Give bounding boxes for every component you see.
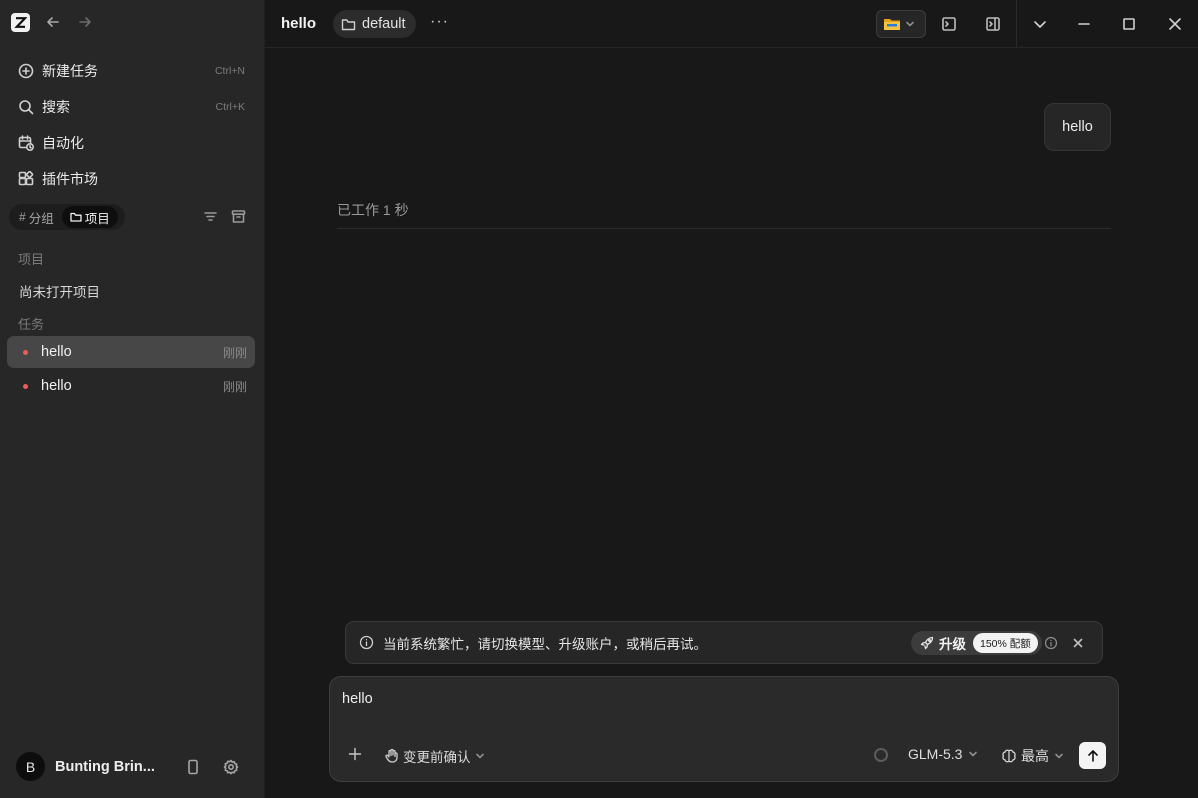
- search-menu-item[interactable]: 搜索 Ctrl+K: [8, 91, 257, 123]
- sidebar: 新建任务 Ctrl+N 搜索 Ctrl+K 自动化 插件市场 # 分组 项目 项…: [0, 0, 265, 798]
- maximize-icon[interactable]: [1121, 16, 1137, 32]
- plugin-market-menu-item[interactable]: 插件市场: [8, 163, 257, 195]
- toolbar-divider: [1016, 0, 1017, 47]
- task-item[interactable]: hello 刚刚: [7, 370, 255, 402]
- task-time: 刚刚: [222, 345, 247, 360]
- settings-gear-icon[interactable]: [223, 759, 239, 775]
- task-title: hello: [41, 344, 72, 360]
- minimize-icon[interactable]: [1076, 16, 1092, 32]
- model-label: GLM-5.3: [908, 746, 963, 762]
- add-attachment-icon[interactable]: [348, 747, 362, 761]
- chevron-down-icon: [475, 753, 484, 759]
- quota-badge: 150% 配额: [973, 633, 1038, 653]
- user-profile[interactable]: B Bunting Brin...: [16, 752, 155, 781]
- group-view-label: 分组: [28, 211, 54, 226]
- view-segment-control: # 分组 项目: [9, 204, 125, 230]
- folder-icon: [70, 211, 82, 223]
- project-folder-chip[interactable]: default: [333, 10, 416, 38]
- chevron-down-icon: [969, 751, 978, 757]
- task-status-dot: [23, 349, 28, 355]
- group-view-tab[interactable]: # 分组: [11, 206, 62, 228]
- system-busy-notice: 当前系统繁忙，请切换模型、升级账户，或稍后再试。 升级 150% 配额: [345, 621, 1103, 664]
- no-project-item[interactable]: 尚未打开项目: [19, 281, 100, 301]
- project-folder-label: default: [362, 16, 406, 32]
- toggle-panel-icon[interactable]: [985, 16, 1001, 32]
- effort-selector[interactable]: 最高: [1001, 746, 1064, 766]
- upgrade-button[interactable]: 升级 150% 配额: [911, 631, 1042, 655]
- confirm-mode-label: 变更前确认: [403, 750, 471, 765]
- automation-label: 自动化: [42, 135, 84, 151]
- projects-section-header: 项目: [18, 252, 45, 267]
- task-item[interactable]: hello 刚刚: [7, 336, 255, 368]
- plus-circle-icon: [18, 63, 34, 79]
- avatar: B: [16, 752, 45, 781]
- main-panel: hello default ··· hello 已工作 1 秒 当前系统繁忙，请…: [265, 0, 1198, 798]
- automation-menu-item[interactable]: 自动化: [8, 127, 257, 159]
- task-time: 刚刚: [222, 379, 247, 394]
- upgrade-label: 升级: [939, 637, 966, 652]
- user-name: Bunting Brin...: [55, 758, 155, 775]
- chevron-down-icon[interactable]: [1032, 16, 1048, 32]
- brain-icon: [1001, 748, 1017, 764]
- search-icon: [18, 99, 34, 115]
- plugin-market-label: 插件市场: [42, 171, 98, 187]
- project-view-tab[interactable]: 项目: [61, 206, 118, 228]
- terminal-icon[interactable]: [941, 16, 957, 32]
- task-status-dot: [23, 383, 28, 389]
- folder-icon: [341, 18, 356, 30]
- user-message-bubble: hello: [1044, 103, 1111, 151]
- send-button[interactable]: [1079, 742, 1106, 769]
- z-logo-icon: [14, 17, 27, 28]
- calendar-clock-icon: [18, 135, 34, 151]
- info-icon[interactable]: [1044, 636, 1058, 650]
- new-task-menu-item[interactable]: 新建任务 Ctrl+N: [8, 55, 257, 87]
- rocket-icon: [920, 636, 934, 650]
- notice-text: 当前系统繁忙，请切换模型、升级账户，或稍后再试。: [383, 636, 707, 652]
- status-divider: [337, 228, 1111, 229]
- archive-icon[interactable]: [231, 209, 246, 224]
- close-window-icon[interactable]: [1167, 16, 1183, 32]
- open-in-explorer-button[interactable]: [876, 10, 926, 38]
- effort-label: 最高: [1021, 748, 1049, 764]
- task-title: hello: [41, 378, 72, 394]
- status-ring-icon: [874, 748, 888, 762]
- hash-icon: #: [19, 210, 26, 224]
- close-notice-icon[interactable]: [1072, 637, 1084, 649]
- file-explorer-icon: [884, 19, 900, 30]
- search-shortcut: Ctrl+K: [215, 101, 245, 113]
- back-arrow-icon[interactable]: [45, 14, 61, 30]
- tasks-section-header: 任务: [18, 317, 45, 332]
- app-logo[interactable]: [11, 13, 30, 32]
- project-view-label: 项目: [84, 211, 110, 226]
- message-composer: hello 变更前确认 GLM-5.3 最高: [329, 676, 1119, 782]
- hand-icon: [384, 748, 400, 764]
- message-input[interactable]: hello: [342, 691, 373, 707]
- new-task-shortcut: Ctrl+N: [214, 65, 245, 77]
- chevron-down-icon: [906, 21, 914, 27]
- search-label: 搜索: [42, 99, 70, 115]
- mobile-phone-icon[interactable]: [185, 759, 201, 775]
- new-task-label: 新建任务: [42, 63, 98, 79]
- chevron-down-icon: [1055, 753, 1063, 759]
- confirm-mode-dropdown[interactable]: 变更前确认: [384, 746, 485, 766]
- filter-icon[interactable]: [203, 209, 218, 224]
- puzzle-grid-icon: [18, 171, 34, 187]
- arrow-up-icon: [1087, 749, 1098, 762]
- forward-arrow-icon[interactable]: [77, 14, 93, 30]
- info-icon: [359, 635, 374, 650]
- worked-status[interactable]: 已工作 1 秒: [337, 200, 409, 220]
- task-title-heading: hello: [281, 15, 317, 32]
- more-options-icon[interactable]: ···: [430, 13, 449, 31]
- top-bar: hello default ···: [265, 0, 1198, 48]
- model-selector[interactable]: GLM-5.3: [908, 746, 978, 762]
